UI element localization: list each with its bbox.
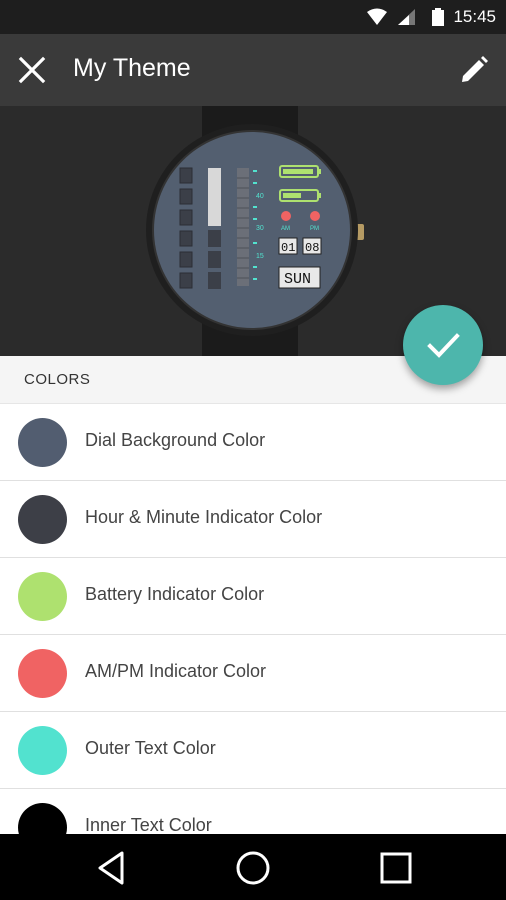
close-icon[interactable] bbox=[14, 52, 50, 88]
am-label: AM bbox=[281, 226, 290, 232]
color-row-hour-minute[interactable]: Hour & Minute Indicator Color bbox=[0, 481, 506, 558]
month-label: 08 bbox=[305, 241, 319, 255]
color-row-inner-text[interactable]: Inner Text Color bbox=[0, 789, 506, 834]
wifi-icon bbox=[367, 8, 387, 25]
status-time: 15:45 bbox=[453, 7, 496, 26]
color-swatch bbox=[18, 726, 67, 775]
home-icon[interactable] bbox=[233, 848, 273, 888]
color-row-dial-background[interactable]: Dial Background Color bbox=[0, 404, 506, 481]
tick-label: 40 bbox=[256, 193, 264, 200]
toolbar: My Theme bbox=[0, 34, 506, 106]
confirm-fab-button[interactable] bbox=[403, 305, 483, 385]
status-bar: 15:45 bbox=[0, 0, 506, 34]
color-row-battery[interactable]: Battery Indicator Color bbox=[0, 558, 506, 635]
color-row-label: Battery Indicator Color bbox=[85, 584, 265, 604]
color-swatch bbox=[18, 495, 67, 544]
color-row-outer-text[interactable]: Outer Text Color bbox=[0, 712, 506, 789]
color-row-ampm[interactable]: AM/PM Indicator Color bbox=[0, 635, 506, 712]
page-title: My Theme bbox=[73, 54, 191, 82]
color-swatch bbox=[18, 418, 67, 467]
color-row-label: Outer Text Color bbox=[85, 738, 216, 758]
color-swatch bbox=[18, 572, 67, 621]
day-label: 01 bbox=[281, 241, 295, 255]
color-row-label: Hour & Minute Indicator Color bbox=[85, 507, 323, 527]
color-row-label: AM/PM Indicator Color bbox=[85, 661, 267, 681]
signal-icon bbox=[398, 9, 415, 25]
pm-label: PM bbox=[310, 226, 319, 232]
pencil-icon[interactable] bbox=[458, 54, 490, 86]
navigation-bar bbox=[0, 834, 506, 900]
check-icon bbox=[427, 333, 460, 358]
back-icon[interactable] bbox=[92, 848, 132, 888]
tick-label: 30 bbox=[256, 225, 264, 232]
color-row-label: Dial Background Color bbox=[85, 430, 266, 450]
weekday-label: SUN bbox=[284, 271, 311, 288]
color-swatch bbox=[18, 649, 67, 698]
tick-label: 15 bbox=[256, 253, 264, 260]
colors-list: COLORS Dial Background Color Hour & Minu… bbox=[0, 356, 506, 834]
color-row-label: Inner Text Color bbox=[85, 815, 212, 834]
battery-icon bbox=[432, 8, 444, 26]
color-swatch bbox=[18, 803, 67, 834]
recents-icon[interactable] bbox=[376, 848, 416, 888]
